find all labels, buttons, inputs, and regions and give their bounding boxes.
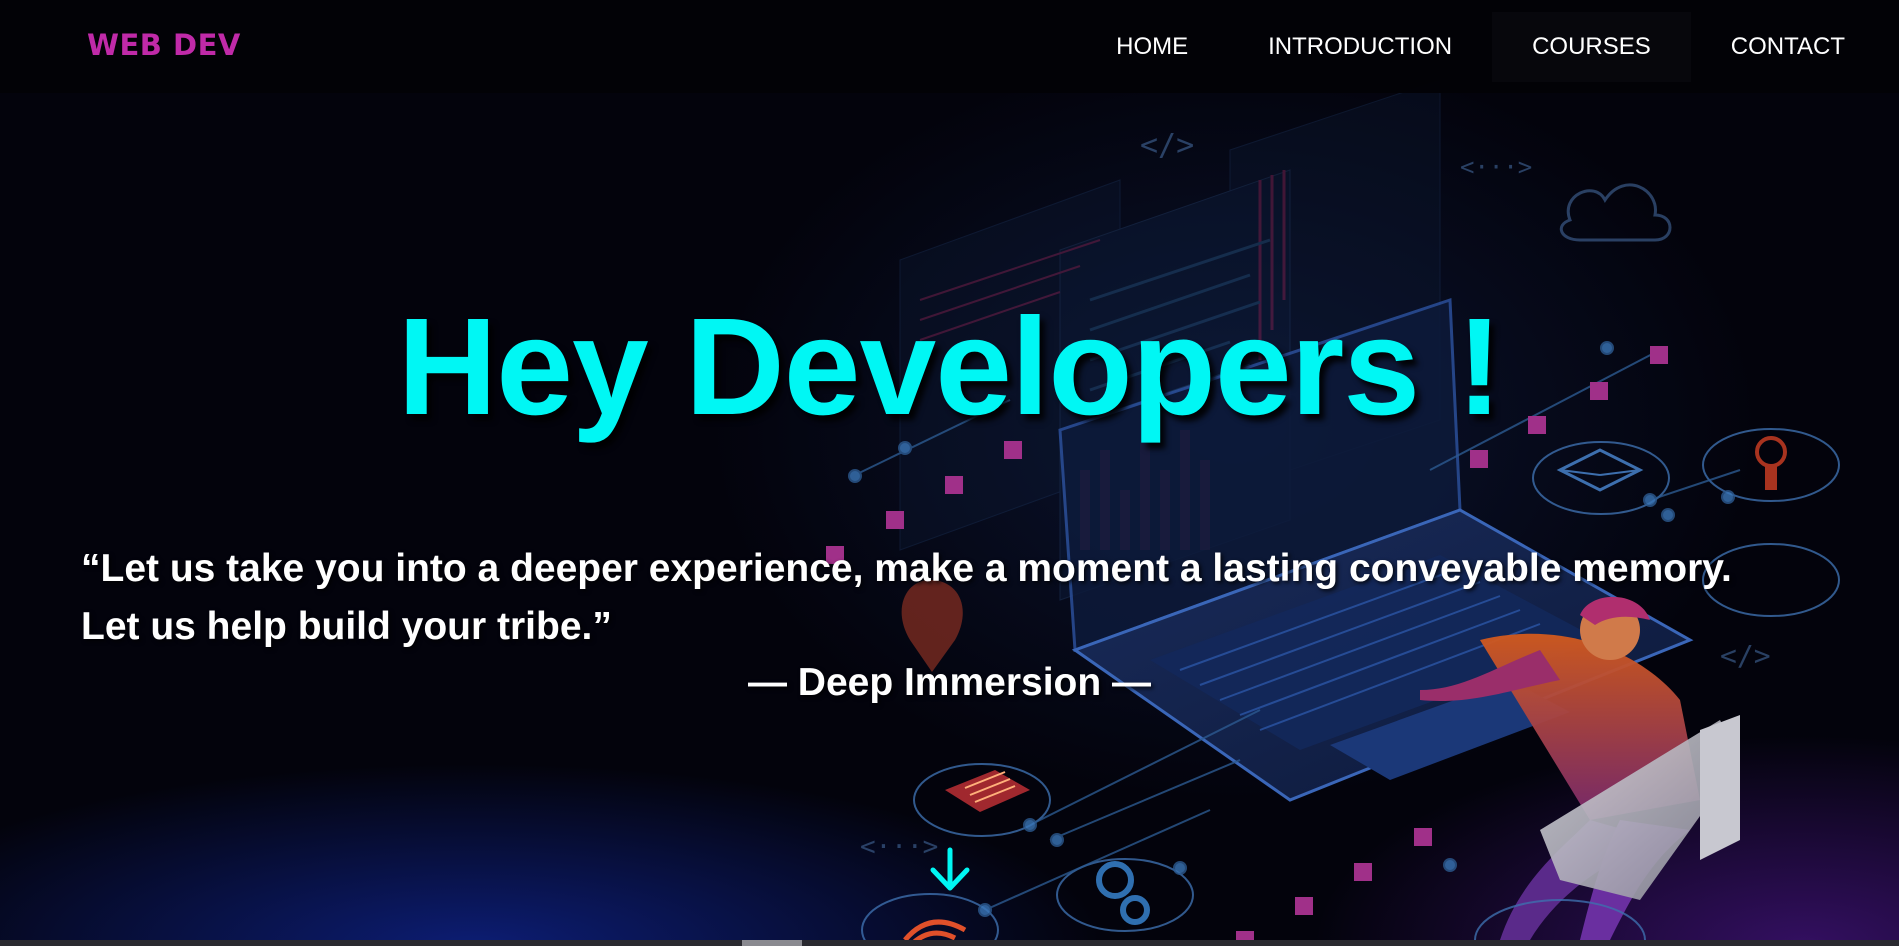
nav-item-contact[interactable]: CONTACT — [1691, 12, 1885, 82]
horizontal-scrollbar[interactable] — [0, 940, 1899, 946]
nav-item-introduction[interactable]: INTRODUCTION — [1228, 12, 1492, 82]
hero-quote-line-1: “Let us take you into a deeper experienc… — [81, 547, 1732, 590]
code-symbol: <···> — [1460, 153, 1532, 181]
nav-item-home[interactable]: HOME — [1076, 12, 1228, 82]
gear-icon — [1096, 861, 1150, 925]
hero-quote-line-2: Let us help build your tribe.” — [81, 605, 612, 648]
document-icon — [945, 770, 1030, 812]
code-symbol: </> — [1140, 128, 1194, 163]
search-icon — [1755, 436, 1787, 490]
hero-illustration: </> <···> </> <···> — [826, 79, 1840, 946]
hero-quote: “Let us take you into a deeper experienc… — [81, 540, 1871, 656]
mail-icon — [1556, 448, 1644, 492]
cloud-icon — [1559, 183, 1672, 242]
hero-attribution: — Deep Immersion — — [747, 661, 1152, 704]
scroll-down-button[interactable] — [925, 846, 975, 896]
nav-item-courses[interactable]: COURSES — [1492, 12, 1691, 82]
page: </> <···> </> <···> WEB DEV HOME INTRODU… — [0, 0, 1899, 946]
navbar: WEB DEV HOME INTRODUCTION COURSES CONTAC… — [0, 0, 1899, 93]
site-logo[interactable]: WEB DEV — [87, 28, 241, 62]
hero-title: Hey Developers ! — [397, 290, 1503, 444]
arrow-down-icon — [930, 847, 970, 891]
nav-menu: HOME INTRODUCTION COURSES CONTACT — [1076, 12, 1885, 82]
scrollbar-thumb[interactable] — [742, 940, 802, 946]
